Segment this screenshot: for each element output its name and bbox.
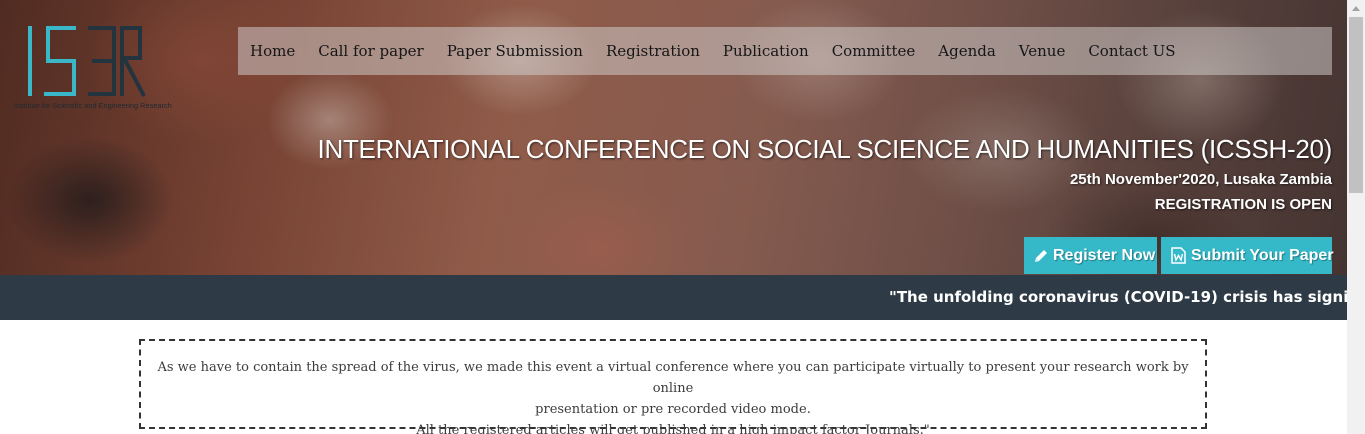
- registration-status: REGISTRATION IS OPEN: [1154, 196, 1332, 213]
- virtual-conference-notice: As we have to contain the spread of the …: [139, 339, 1207, 434]
- nav-registration[interactable]: Registration: [594, 42, 711, 60]
- site-logo[interactable]: Institute for Scientific and Engineering…: [12, 24, 172, 114]
- nav-venue[interactable]: Venue: [1007, 42, 1077, 60]
- main-navbar: Home Call for paper Paper Submission Reg…: [238, 27, 1332, 75]
- register-now-label: Register Now: [1053, 246, 1156, 264]
- register-now-button[interactable]: Register Now: [1024, 237, 1157, 274]
- ticker-text: "The unfolding coronavirus (COVID-19) cr…: [889, 288, 1347, 306]
- nav-publication[interactable]: Publication: [711, 42, 820, 60]
- news-ticker: "The unfolding coronavirus (COVID-19) cr…: [0, 275, 1347, 320]
- scroll-thumb[interactable]: [1349, 17, 1363, 193]
- pencil-icon: [1034, 249, 1048, 263]
- submit-paper-button[interactable]: Submit Your Paper: [1161, 237, 1334, 274]
- nav-contact-us[interactable]: Contact US: [1077, 42, 1187, 60]
- scroll-up-arrow-icon[interactable]: [1352, 6, 1360, 11]
- notice-line-2: presentation or pre recorded video mode.: [535, 402, 811, 417]
- notice-line-1: As we have to contain the spread of the …: [157, 360, 1189, 396]
- nav-call-for-paper[interactable]: Call for paper: [307, 42, 436, 60]
- logo-caption: Institute for Scientific and Engineering…: [14, 101, 172, 110]
- nav-paper-submission[interactable]: Paper Submission: [435, 42, 594, 60]
- conference-title: INTERNATIONAL CONFERENCE ON SOCIAL SCIEN…: [317, 134, 1333, 164]
- nav-committee[interactable]: Committee: [820, 42, 927, 60]
- nav-home[interactable]: Home: [238, 42, 307, 60]
- notice-line-3: All the registered articles will get pub…: [416, 423, 930, 434]
- iser-logo-mark: [28, 26, 146, 97]
- word-document-icon: [1171, 247, 1186, 264]
- nav-agenda[interactable]: Agenda: [927, 42, 1008, 60]
- conference-date-location: 25th November'2020, Lusaka Zambia: [1069, 171, 1332, 188]
- hero-text-block: INTERNATIONAL CONFERENCE ON SOCIAL SCIEN…: [317, 134, 1333, 213]
- vertical-scrollbar[interactable]: [1347, 0, 1365, 434]
- submit-paper-label: Submit Your Paper: [1191, 246, 1334, 264]
